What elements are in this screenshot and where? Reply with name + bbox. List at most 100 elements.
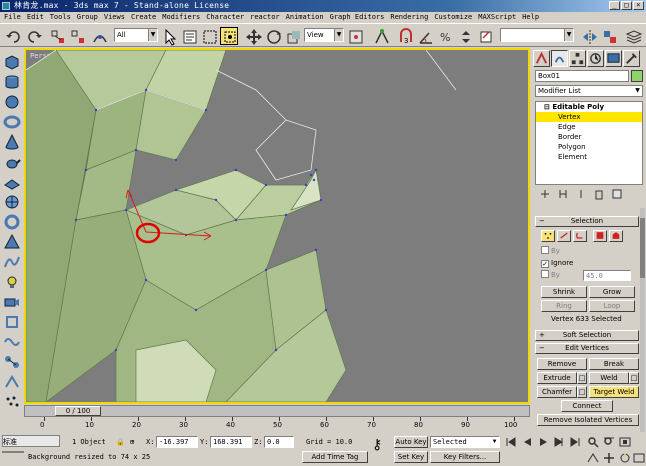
select-and-link-icon[interactable] (48, 27, 66, 45)
minimize-button[interactable]: _ (609, 1, 620, 10)
key-icon[interactable]: ⚷ (372, 438, 382, 452)
stack-item-element[interactable]: Element (536, 152, 642, 162)
object-color-swatch[interactable] (631, 70, 643, 82)
stack-item-editable-poly[interactable]: ⊟ Editable Poly (536, 102, 642, 112)
create-sphere-icon[interactable] (3, 94, 21, 110)
previous-frame-icon[interactable] (520, 436, 534, 448)
create-teapot-icon[interactable] (3, 154, 21, 170)
create-camera-icon[interactable] (3, 294, 21, 310)
absolute-mode-icon[interactable]: ⊞ (130, 436, 134, 448)
border-mode-button[interactable] (573, 230, 587, 242)
create-particle-icon[interactable] (3, 394, 21, 410)
create-torus-icon[interactable] (3, 114, 21, 130)
loop-button[interactable]: Loop (589, 300, 635, 312)
create-pyramid-icon[interactable] (3, 233, 21, 250)
utilities-tab-icon[interactable] (623, 50, 640, 67)
stack-item-vertex[interactable]: Vertex (536, 112, 642, 122)
create-box-icon[interactable] (3, 54, 21, 70)
show-end-result-icon[interactable] (557, 188, 569, 200)
menu-help[interactable]: Help (522, 12, 539, 23)
select-and-move-icon[interactable] (244, 27, 262, 45)
percent-snap-icon[interactable]: % (436, 27, 454, 45)
z-coordinate-field[interactable]: 0.0 (264, 436, 294, 448)
extrude-settings-icon[interactable]: □ (577, 372, 587, 384)
named-selection-dropdown[interactable]: ▼ (500, 28, 574, 42)
zoom-extents-icon[interactable] (618, 436, 632, 448)
key-mode-dropdown[interactable]: Selected ▼ (430, 436, 500, 448)
align-icon[interactable] (600, 27, 618, 45)
angle-snap-icon[interactable] (416, 27, 434, 45)
perspective-viewport[interactable]: Perspective (24, 48, 530, 404)
make-unique-icon[interactable] (575, 188, 587, 200)
modify-tab-icon[interactable] (551, 50, 568, 67)
remove-isolated-vertices-button[interactable]: Remove Isolated Vertices (537, 414, 639, 426)
weld-settings-icon[interactable]: □ (629, 372, 639, 384)
pin-stack-icon[interactable] (539, 188, 551, 200)
ime-indicator[interactable]: 标准 (2, 435, 60, 447)
create-tube-icon[interactable] (3, 214, 21, 230)
ignore-backfacing-checkbox[interactable]: ✓ Ignore (541, 258, 573, 268)
chamfer-settings-icon[interactable]: □ (577, 386, 587, 398)
by-angle-checkbox[interactable]: By (541, 270, 560, 280)
select-and-rotate-icon[interactable] (264, 27, 282, 45)
menu-group[interactable]: Group (77, 12, 98, 23)
edge-mode-button[interactable] (557, 230, 571, 242)
time-slider[interactable]: 0 / 100 (55, 406, 101, 416)
menu-animation[interactable]: Animation (286, 12, 324, 23)
modifier-list-dropdown[interactable]: Modifier List ▼ (535, 85, 643, 97)
x-coordinate-field[interactable]: -16.397 (156, 436, 198, 448)
edit-vertices-rollout-header[interactable]: − Edit Vertices (535, 343, 639, 354)
remove-button[interactable]: Remove (537, 358, 587, 370)
create-spline-icon[interactable] (3, 254, 21, 270)
chamfer-button[interactable]: Chamfer (537, 386, 577, 398)
menu-customize[interactable]: Customize (434, 12, 472, 23)
reference-coord-dropdown[interactable]: View ▼ (304, 28, 344, 42)
stack-item-polygon[interactable]: Polygon (536, 142, 642, 152)
y-coordinate-field[interactable]: 168.391 (210, 436, 252, 448)
zoom-icon[interactable] (586, 436, 600, 448)
angle-spinner[interactable]: 45.0 (583, 270, 631, 281)
redo-icon[interactable] (24, 27, 42, 45)
extrude-button[interactable]: Extrude (537, 372, 577, 384)
window-crossing-icon[interactable] (220, 27, 238, 45)
menu-reactor[interactable]: reactor (250, 12, 280, 23)
time-slider-track[interactable]: 0 / 100 (24, 405, 530, 417)
rectangular-selection-icon[interactable] (200, 27, 218, 45)
create-cone-icon[interactable] (3, 133, 21, 150)
target-weld-button[interactable]: Target Weld (589, 386, 639, 398)
bind-to-space-warp-icon[interactable] (90, 27, 108, 45)
select-object-icon[interactable] (160, 27, 178, 46)
go-to-end-icon[interactable] (568, 436, 582, 448)
create-bone-icon[interactable] (3, 374, 21, 390)
grow-button[interactable]: Grow (589, 286, 635, 298)
zoom-all-icon[interactable] (602, 436, 616, 448)
undo-icon[interactable] (4, 27, 22, 45)
key-filters-button[interactable]: Key Filters... (430, 451, 500, 463)
connect-button[interactable]: Connect (561, 400, 613, 412)
hierarchy-tab-icon[interactable] (569, 50, 586, 67)
create-geosphere-icon[interactable] (3, 194, 21, 210)
create-plane-icon[interactable] (3, 174, 21, 190)
mirror-icon[interactable] (580, 27, 598, 45)
create-system-icon[interactable] (3, 354, 21, 370)
spinner-snap-icon[interactable] (456, 27, 474, 45)
weld-button[interactable]: Weld (589, 372, 629, 384)
ring-button[interactable]: Ring (541, 300, 587, 312)
field-of-view-icon[interactable] (586, 452, 600, 464)
menu-modifiers[interactable]: Modifiers (162, 12, 200, 23)
vertex-mode-button[interactable] (541, 230, 555, 242)
shrink-button[interactable]: Shrink (541, 286, 587, 298)
break-button[interactable]: Break (589, 358, 639, 370)
configure-modifier-sets-icon[interactable] (611, 188, 623, 200)
arc-rotate-icon[interactable] (618, 452, 632, 464)
soft-selection-rollout-header[interactable]: + Soft Selection (535, 330, 639, 341)
menu-views[interactable]: Views (104, 12, 125, 23)
select-and-scale-icon[interactable] (284, 27, 302, 45)
next-frame-icon[interactable] (552, 436, 566, 448)
set-key-button[interactable]: Set Key (394, 451, 428, 463)
auto-key-button[interactable]: Auto Key (394, 436, 428, 448)
maxscript-listener[interactable] (2, 451, 24, 453)
menu-edit[interactable]: Edit (27, 12, 44, 23)
select-and-manipulate-icon[interactable] (372, 27, 390, 45)
menu-rendering[interactable]: Rendering (390, 12, 428, 23)
